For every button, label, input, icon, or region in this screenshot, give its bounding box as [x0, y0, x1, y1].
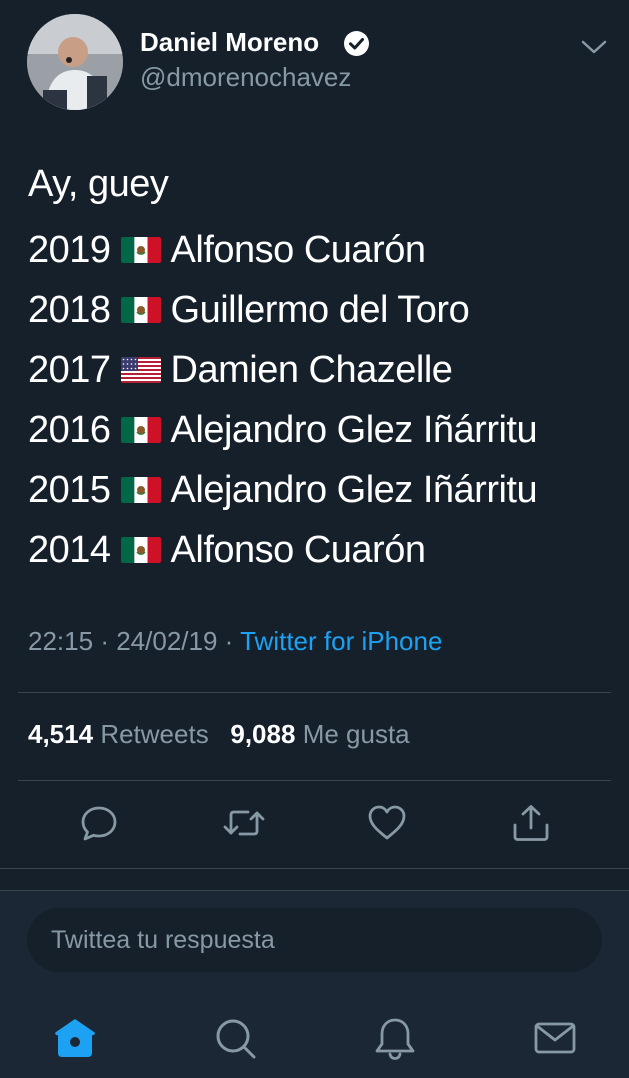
tweet-meta: 22:15 · 24/02/19 · Twitter for iPhone	[28, 626, 442, 657]
winner-row: 2018 Guillermo del Toro	[28, 280, 618, 340]
mexico-flag-icon	[120, 237, 161, 263]
divider	[18, 692, 611, 693]
winner-name: Alfonso Cuarón	[170, 529, 426, 571]
winner-year: 2017	[28, 349, 111, 391]
winner-name: Guillermo del Toro	[170, 289, 470, 331]
meta-separator: ·	[100, 626, 109, 656]
divider	[18, 780, 611, 781]
display-name[interactable]: Daniel Moreno	[140, 27, 319, 58]
avatar[interactable]	[27, 14, 123, 110]
winner-row: 2017 Damien Chazelle	[28, 340, 618, 400]
retweets-label[interactable]: Retweets	[100, 719, 208, 749]
handle[interactable]: @dmorenochavez	[140, 62, 351, 93]
notifications-icon[interactable]	[373, 1016, 417, 1060]
tweet-intro: Ay, guey	[28, 163, 169, 205]
divider	[0, 868, 629, 869]
reply-icon[interactable]	[79, 803, 119, 843]
reply-input[interactable]	[27, 908, 602, 972]
like-icon[interactable]	[367, 803, 407, 843]
winner-row: 2016 Alejandro Glez Iñárritu	[28, 400, 618, 460]
winner-year: 2015	[28, 469, 111, 511]
likes-label[interactable]: Me gusta	[303, 719, 410, 749]
winner-year: 2018	[28, 289, 111, 331]
tweet-source-link[interactable]: Twitter for iPhone	[240, 626, 442, 656]
mexico-flag-icon	[120, 477, 161, 503]
winner-name: Alejandro Glez Iñárritu	[170, 409, 538, 451]
winner-year: 2014	[28, 529, 111, 571]
verified-badge-icon	[343, 30, 370, 57]
tweet-body: Ay, guey 2019 Alfonso Cuarón 2018 Guillermo…	[28, 160, 618, 580]
winner-name: Alfonso Cuarón	[170, 229, 426, 271]
search-icon[interactable]	[213, 1016, 257, 1060]
chevron-down-icon[interactable]	[581, 38, 607, 56]
likes-count[interactable]: 9,088	[230, 719, 295, 749]
winner-row: 2019 Alfonso Cuarón	[28, 220, 618, 280]
winner-year: 2016	[28, 409, 111, 451]
tweet-stats: 4,514 Retweets 9,088 Me gusta	[28, 719, 410, 750]
reply-bar	[0, 890, 629, 1078]
winner-name: Alejandro Glez Iñárritu	[170, 469, 538, 511]
winner-name: Damien Chazelle	[170, 349, 453, 391]
meta-separator: ·	[224, 626, 234, 656]
tweet-header: Daniel Moreno @dmorenochavez	[0, 0, 629, 120]
mexico-flag-icon	[120, 297, 161, 323]
mexico-flag-icon	[120, 417, 161, 443]
mexico-flag-icon	[120, 537, 161, 563]
winner-year: 2019	[28, 229, 111, 271]
usa-flag-icon	[120, 357, 161, 383]
tweet-time: 22:15	[28, 626, 94, 656]
messages-icon[interactable]	[533, 1016, 577, 1060]
winner-row: 2015 Alejandro Glez Iñárritu	[28, 460, 618, 520]
retweets-count[interactable]: 4,514	[28, 719, 93, 749]
home-icon[interactable]	[53, 1016, 97, 1060]
winners-list: 2019 Alfonso Cuarón 2018 Guillermo del Toro…	[28, 220, 618, 580]
winner-row: 2014 Alfonso Cuarón	[28, 520, 618, 580]
tweet-date: 24/02/19	[116, 626, 218, 656]
tweet-actions	[0, 795, 629, 855]
retweet-icon[interactable]	[222, 803, 265, 843]
share-icon[interactable]	[511, 803, 551, 843]
